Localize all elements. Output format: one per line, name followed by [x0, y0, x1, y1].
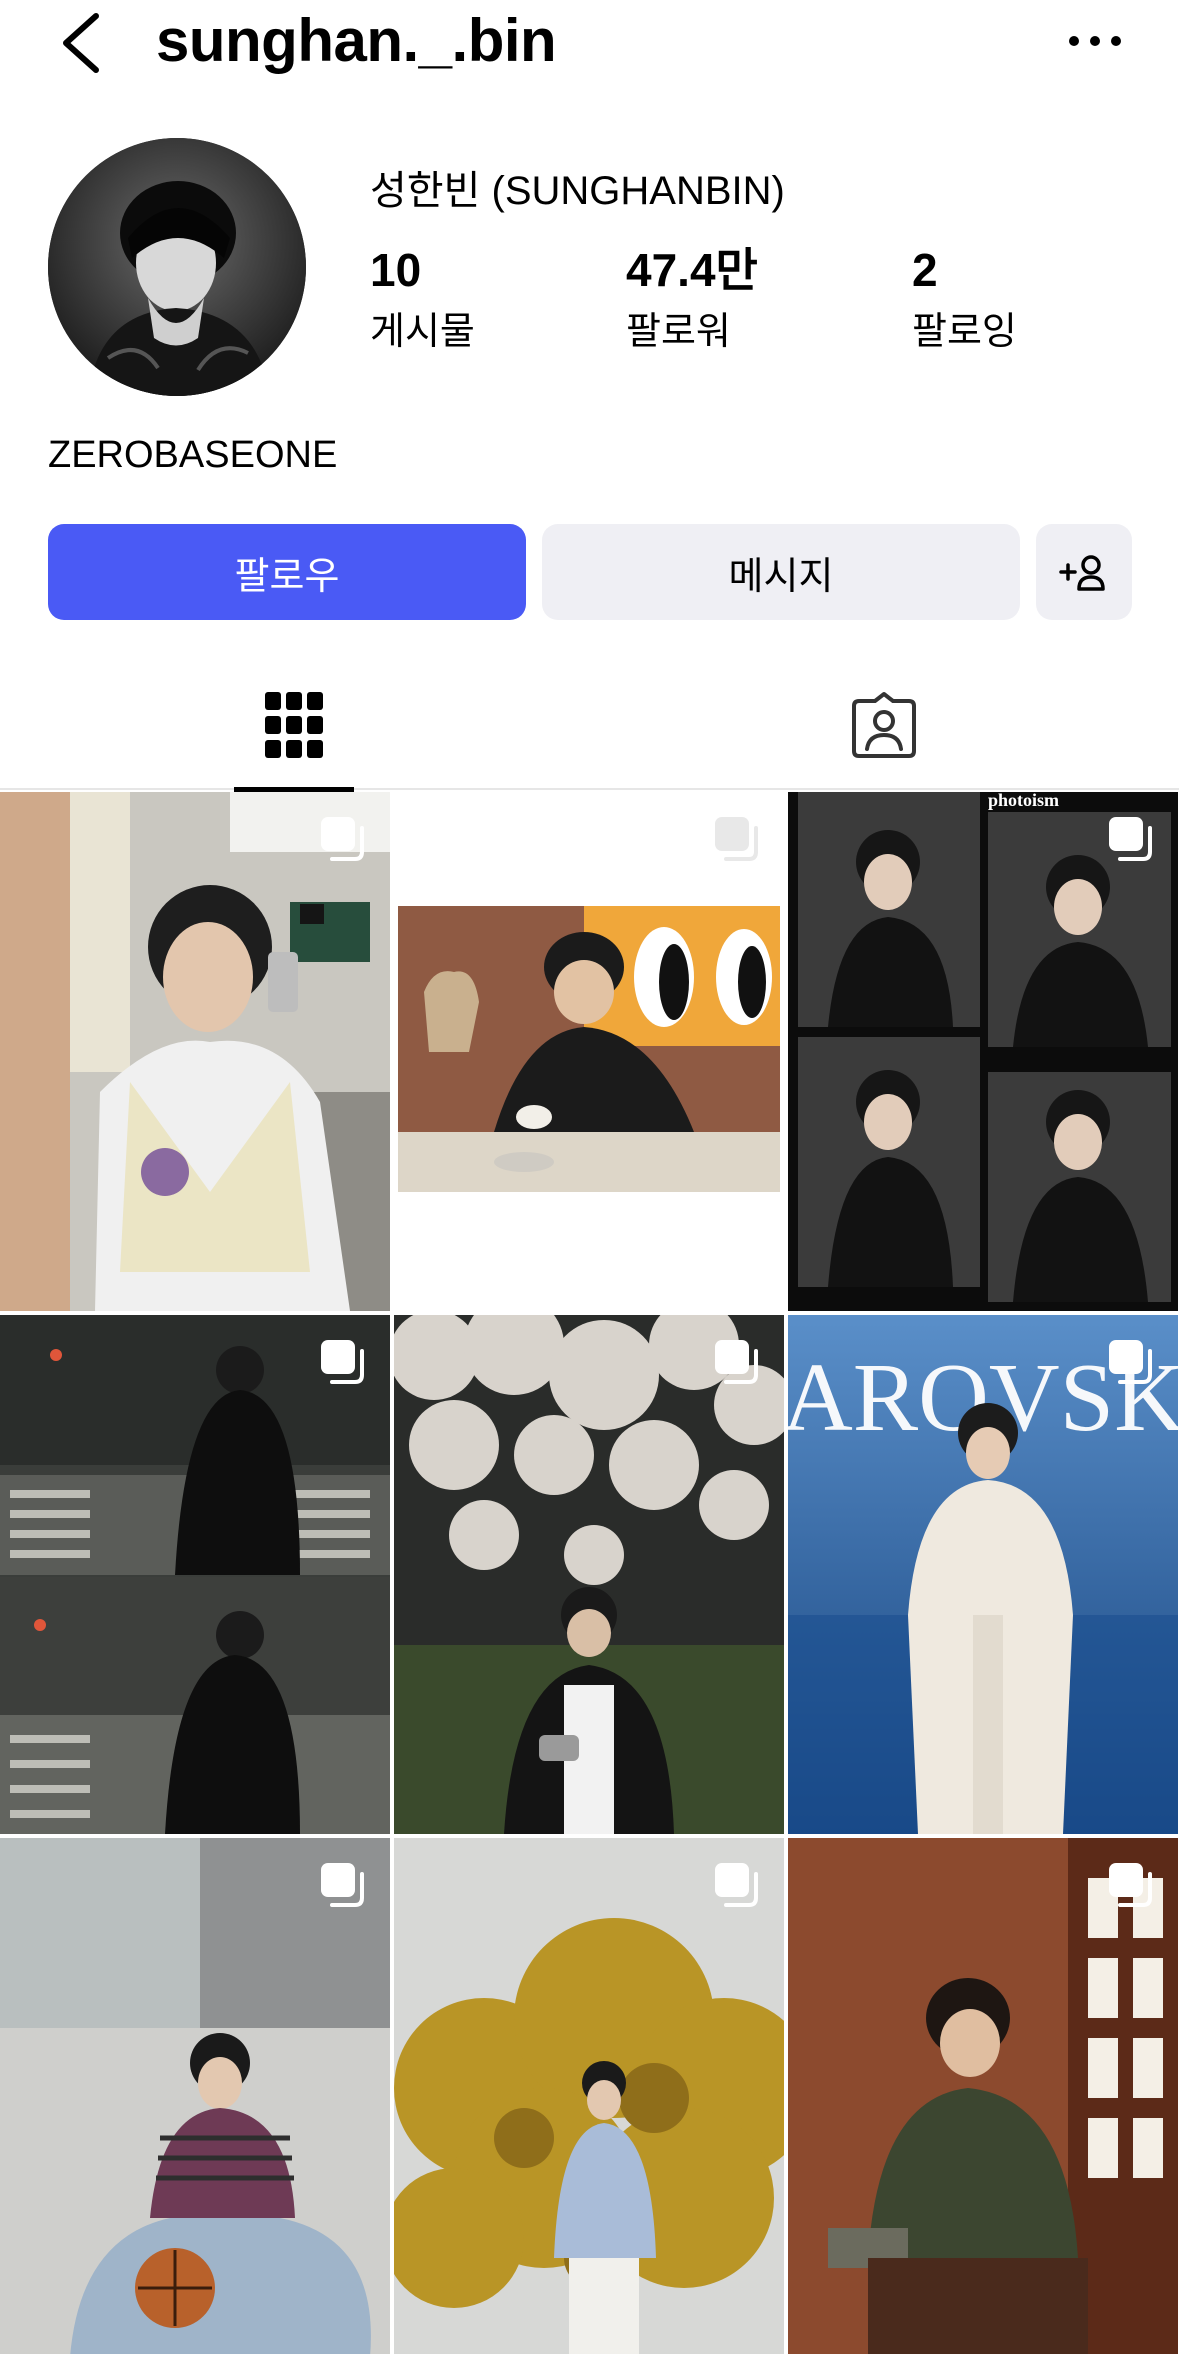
post-photo: AROVSK: [788, 1315, 1178, 1834]
multiple-photos-icon: [1109, 1340, 1152, 1384]
followers-count: 47.4만: [626, 244, 758, 296]
multiple-photos-icon: [321, 1863, 364, 1907]
multiple-photos-icon: [1109, 817, 1152, 861]
more-options-button[interactable]: [1065, 16, 1125, 66]
post-photo: [394, 1315, 784, 1834]
multiple-photos-icon: [715, 1863, 758, 1907]
post-photo: [394, 792, 784, 1311]
post-photo: [0, 1315, 390, 1834]
tab-tagged[interactable]: [824, 660, 944, 790]
post-photo: photoism: [788, 792, 1178, 1311]
post-thumbnail[interactable]: [394, 1315, 784, 1834]
post-thumbnail[interactable]: [394, 792, 784, 1311]
add-user-button[interactable]: [1036, 524, 1132, 620]
multiple-photos-icon: [1109, 1863, 1152, 1907]
stat-following[interactable]: 2 팔로잉: [912, 246, 1017, 355]
stat-followers[interactable]: 47.4만 팔로워: [626, 246, 758, 355]
back-button[interactable]: [56, 8, 106, 78]
grid-icon: [265, 692, 323, 758]
add-person-icon: [1059, 555, 1105, 591]
display-name: 성한빈 (SUNGHANBIN): [370, 169, 785, 213]
post-thumbnail[interactable]: photoism: [788, 792, 1178, 1311]
photo-booth-watermark: photoism: [988, 792, 1059, 810]
top-bar: sunghan._.bin: [0, 0, 1179, 90]
profile-tabs: [0, 660, 1179, 792]
post-photo: [0, 792, 390, 1311]
posts-label: 게시물: [370, 311, 475, 354]
multiple-photos-icon: [321, 817, 364, 861]
multiple-photos-icon: [715, 1340, 758, 1384]
ellipsis-icon: [1069, 36, 1121, 46]
profile-bio: ZEROBASEONE: [48, 434, 338, 476]
post-thumbnail[interactable]: [0, 1315, 390, 1834]
post-photo: [394, 1838, 784, 2354]
message-button[interactable]: 메시지: [542, 524, 1020, 620]
tagged-person-icon: [852, 692, 916, 758]
followers-label: 팔로워: [626, 311, 731, 354]
post-photo: [788, 1838, 1178, 2354]
avatar-photo: [48, 138, 306, 396]
post-thumbnail[interactable]: [0, 792, 390, 1311]
tab-posts[interactable]: [234, 660, 354, 792]
profile-username: sunghan._.bin: [156, 7, 557, 74]
avatar[interactable]: [48, 138, 306, 396]
follow-button[interactable]: 팔로우: [48, 524, 526, 620]
post-thumbnail[interactable]: AROVSK: [788, 1315, 1178, 1834]
multiple-photos-icon: [715, 817, 758, 861]
post-thumbnail[interactable]: [394, 1838, 784, 2354]
post-thumbnail[interactable]: [788, 1838, 1178, 2354]
following-label: 팔로잉: [912, 311, 1017, 354]
multiple-photos-icon: [321, 1340, 364, 1384]
following-count: 2: [912, 244, 938, 296]
chevron-left-icon: [63, 13, 99, 73]
post-photo: [0, 1838, 390, 2354]
post-thumbnail[interactable]: [0, 1838, 390, 2354]
posts-count: 10: [370, 244, 422, 296]
stat-posts: 10 게시물: [370, 246, 475, 355]
